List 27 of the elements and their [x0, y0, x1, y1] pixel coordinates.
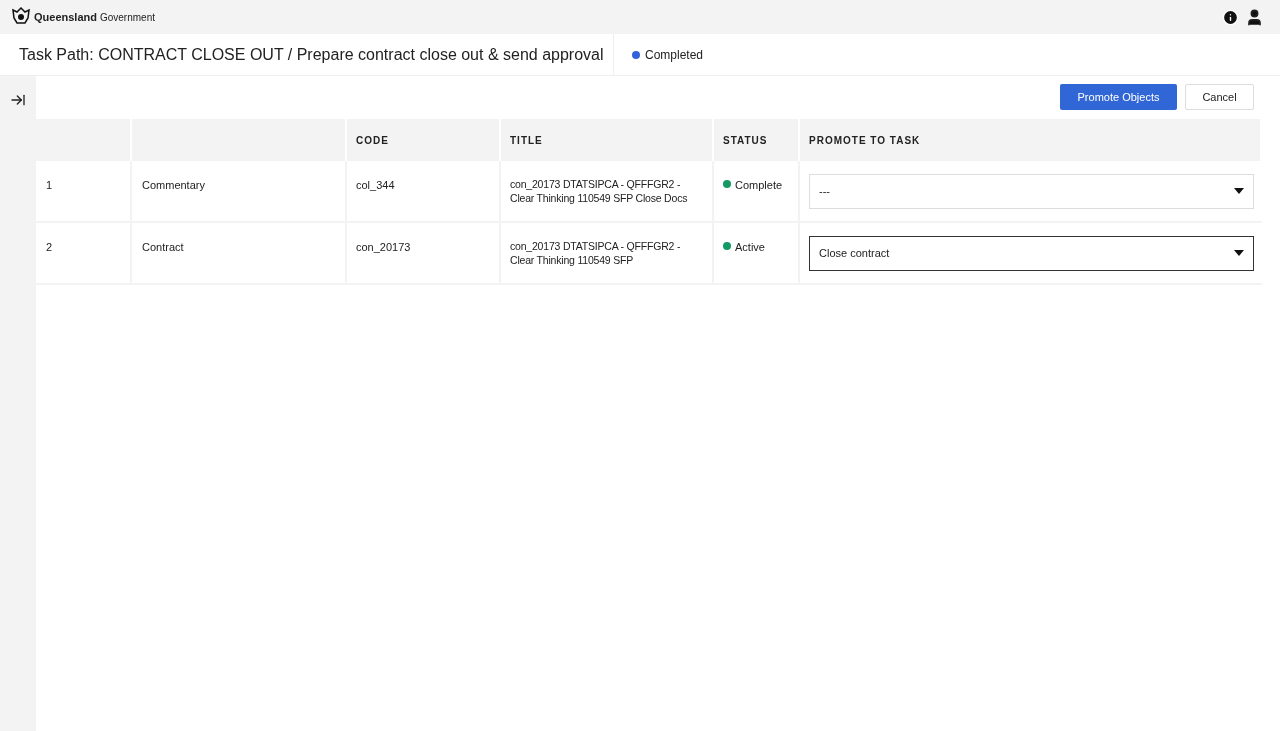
status-label: Complete [735, 178, 783, 193]
column-header: CODE [356, 133, 389, 148]
object-type: Commentary [142, 179, 205, 191]
object-code: con_20173 [356, 241, 411, 253]
object-title: con_20173 DTATSIPCA - QFFFGR2 - Clear Thinking 110549 SFP [510, 240, 681, 266]
expand-panel-icon[interactable] [10, 92, 26, 108]
row-number: 1 [46, 179, 53, 191]
caret-icon [1234, 250, 1244, 256]
brand-name: Queensland [34, 9, 97, 25]
task-dropdown[interactable]: Close contract [809, 235, 1254, 271]
column-header: TITLE [510, 133, 543, 148]
info-icon[interactable] [1222, 8, 1239, 26]
status-label: Active [735, 240, 765, 255]
column-header: STATUS [723, 133, 768, 148]
task-path-title: Task Path: CONTRACT CLOSE OUT / Prepare contract close out & send approval [0, 34, 614, 75]
caret-icon [1234, 188, 1244, 194]
brand-suffix: Government [99, 10, 155, 25]
object-type: Contract [142, 241, 184, 253]
promote-objects-button[interactable]: Promote Objects [1060, 84, 1177, 110]
object-title: con_20173 DTATSIPCA - QFFFGR2 - Clear Thinking 110549 SFP Close Docs [510, 178, 688, 204]
status-label: Completed [645, 46, 704, 64]
user-icon[interactable] [1245, 7, 1264, 27]
column-header: PROMOTE TO TASK [809, 133, 921, 148]
task-dropdown[interactable]: --- [809, 173, 1254, 209]
cancel-button[interactable]: Cancel [1185, 84, 1254, 110]
object-code: col_344 [356, 179, 395, 191]
row-number: 2 [46, 241, 53, 253]
